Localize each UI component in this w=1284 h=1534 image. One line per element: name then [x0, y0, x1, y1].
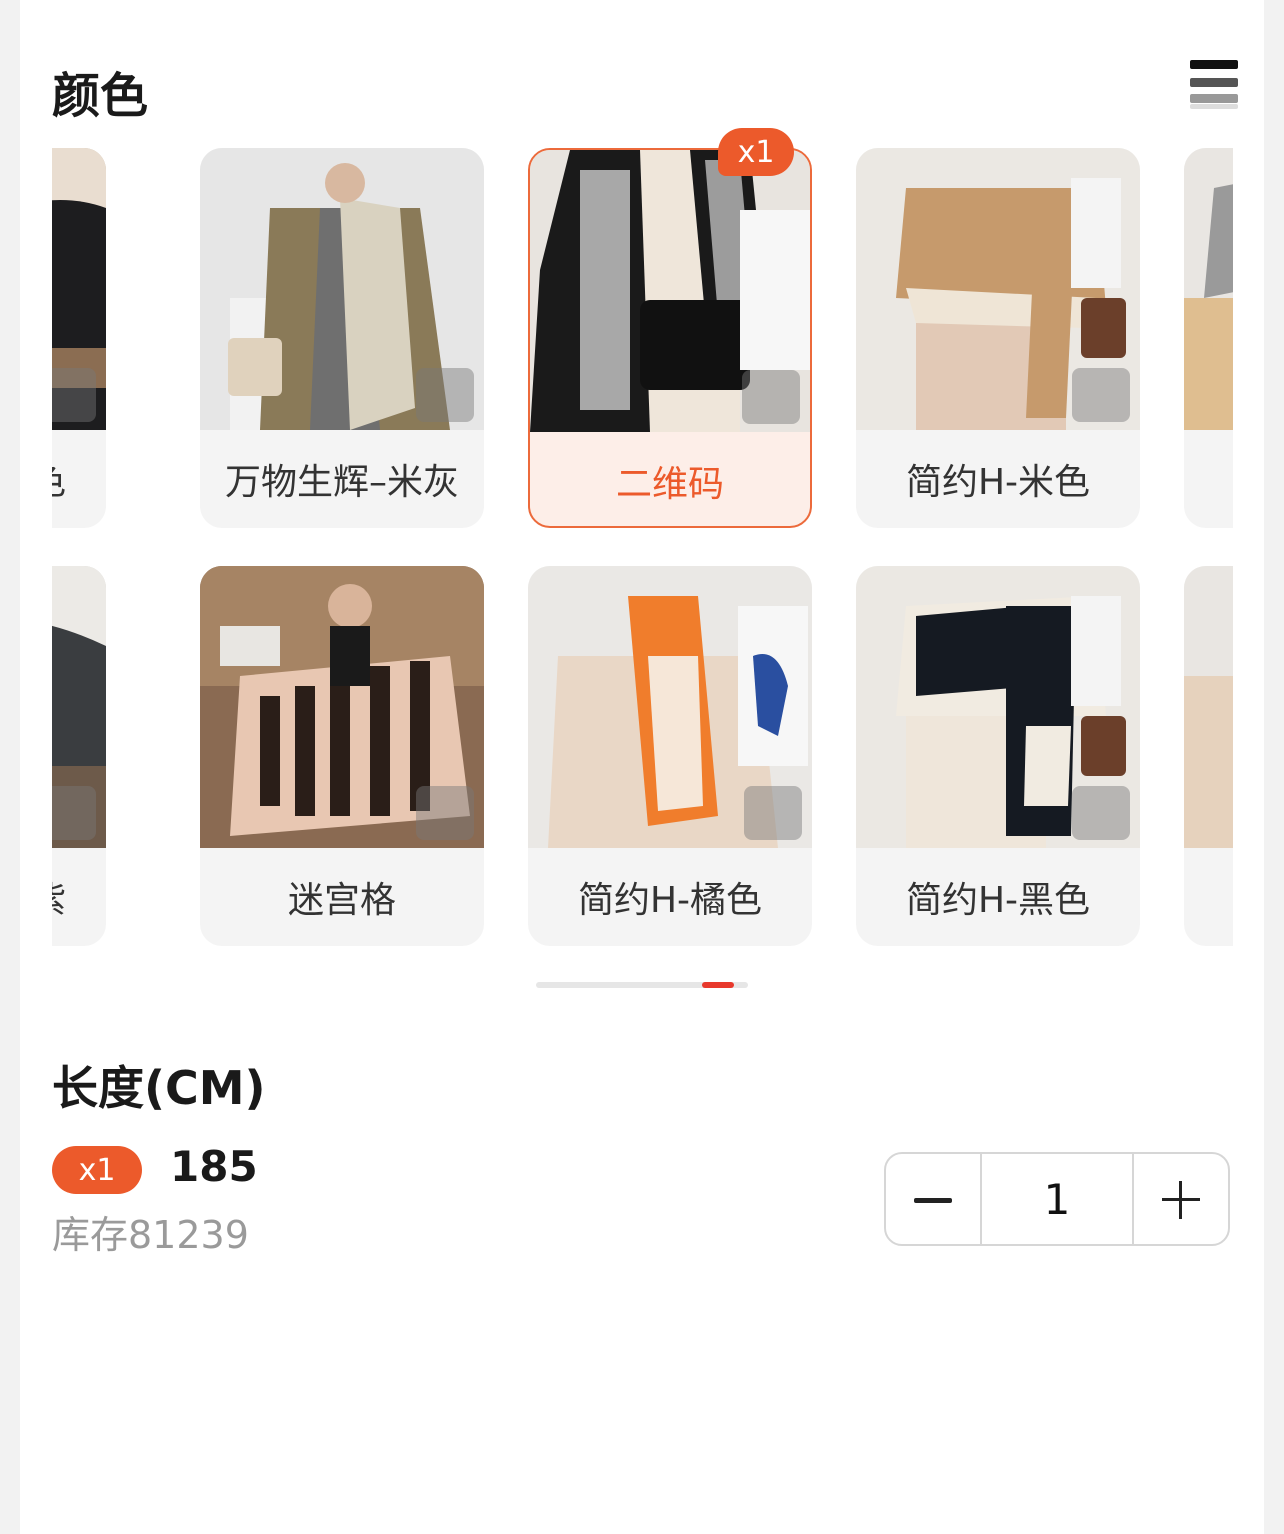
- color-option-label: 紫: [52, 848, 106, 946]
- expand-icon[interactable]: [744, 786, 802, 840]
- list-view-icon[interactable]: [1190, 60, 1238, 110]
- expand-icon[interactable]: [1072, 786, 1130, 840]
- stock-count: 库存81239: [52, 1213, 249, 1257]
- product-thumbnail: [52, 148, 106, 430]
- product-thumbnail: [530, 150, 810, 432]
- product-thumbnail: [856, 148, 1140, 430]
- color-option-label: 万物生辉–米灰: [224, 462, 459, 503]
- color-option-label: 二维码: [615, 464, 724, 505]
- color-option-card[interactable]: 简: [1184, 148, 1233, 528]
- product-thumbnail: [856, 566, 1140, 848]
- minus-icon[interactable]: [886, 1154, 982, 1244]
- color-section-title: 颜色: [52, 68, 149, 124]
- length-section-title: 长度(CM): [52, 1061, 266, 1115]
- product-thumbnail: [528, 566, 812, 848]
- plus-icon[interactable]: [1134, 1154, 1228, 1244]
- quantity-value[interactable]: 1: [982, 1154, 1134, 1244]
- product-thumbnail: [1184, 566, 1233, 848]
- selected-count-badge: x1: [718, 128, 794, 176]
- expand-icon[interactable]: [742, 370, 800, 424]
- color-option-card[interactable]: 黑色: [52, 148, 106, 528]
- color-option-label: 迷宫格: [287, 880, 396, 921]
- expand-icon[interactable]: [1072, 368, 1130, 422]
- color-option-card-selected[interactable]: 二维码: [528, 148, 812, 528]
- product-thumbnail: [200, 148, 484, 430]
- color-option-card[interactable]: 简约H-橘色: [528, 566, 812, 946]
- color-option-label: 黑色: [52, 430, 106, 528]
- color-option-label: 简: [1184, 848, 1233, 946]
- expand-icon[interactable]: [52, 368, 96, 422]
- size-value[interactable]: 185: [170, 1142, 258, 1191]
- color-option-label: 简约H-橘色: [577, 880, 763, 921]
- product-thumbnail: [52, 566, 106, 848]
- spec-sheet: 颜色 黑色: [20, 0, 1264, 1534]
- color-options-grid[interactable]: 黑色 万物生辉–米灰: [52, 140, 1233, 960]
- quantity-stepper[interactable]: 1: [884, 1152, 1230, 1246]
- color-option-label: 简约H-米色: [905, 462, 1091, 503]
- expand-icon[interactable]: [416, 368, 474, 422]
- expand-icon[interactable]: [416, 786, 474, 840]
- scroll-indicator-thumb: [702, 982, 734, 988]
- product-thumbnail: [1184, 148, 1233, 430]
- color-option-label: 简约H-黑色: [905, 880, 1091, 921]
- color-option-card[interactable]: 迷宫格: [200, 566, 484, 946]
- color-option-card[interactable]: 简约H-米色: [856, 148, 1140, 528]
- color-option-card[interactable]: 紫: [52, 566, 106, 946]
- horizontal-scroll-indicator: [536, 982, 748, 988]
- color-option-card[interactable]: 万物生辉–米灰: [200, 148, 484, 528]
- expand-icon[interactable]: [52, 786, 96, 840]
- color-option-card[interactable]: 简: [1184, 566, 1233, 946]
- color-option-card[interactable]: 简约H-黑色: [856, 566, 1140, 946]
- product-thumbnail: [200, 566, 484, 848]
- size-count-badge: x1: [52, 1146, 142, 1194]
- color-option-label: 简: [1184, 430, 1233, 528]
